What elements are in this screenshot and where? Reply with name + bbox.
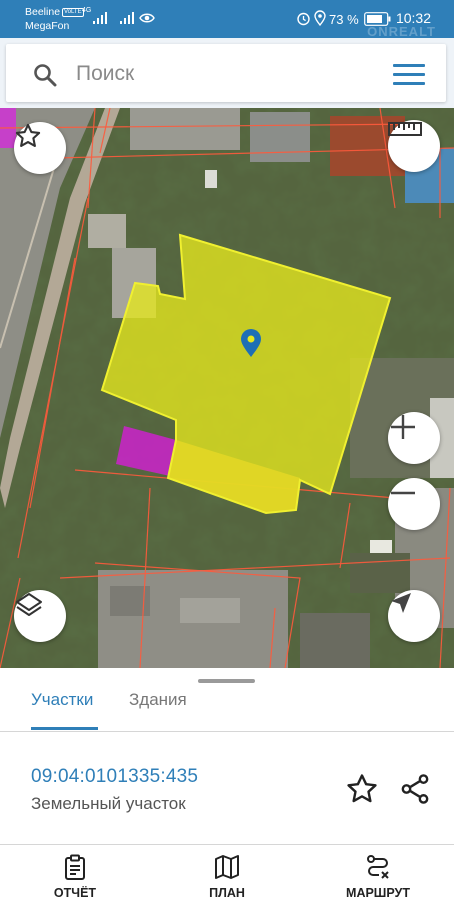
volte-badge: VoLTE — [62, 8, 84, 17]
nav-report[interactable]: ОТЧЁТ — [15, 845, 135, 910]
tab-parcels[interactable]: Участки — [31, 689, 93, 729]
active-tab-indicator — [31, 727, 98, 730]
status-bar: Beeline VoLTE 4G MegaFon 73 % 10:32 ONRE… — [0, 0, 454, 39]
carrier-name-2: MegaFon — [25, 20, 70, 32]
nav-route-label: МАРШРУТ — [346, 886, 410, 900]
watermark: ONREALT — [367, 24, 436, 39]
battery-percent: 73 % — [329, 11, 359, 27]
clipboard-icon — [65, 854, 85, 880]
zoom-out-button[interactable] — [388, 478, 440, 530]
map-icon — [215, 855, 239, 879]
star-icon — [15, 123, 41, 147]
route-icon — [367, 855, 389, 879]
search-icon[interactable] — [33, 63, 57, 87]
layers-button[interactable] — [14, 590, 66, 642]
alarm-icon — [297, 12, 310, 26]
nav-report-label: ОТЧЁТ — [53, 886, 97, 900]
nav-plan-label: ПЛАН — [209, 886, 245, 900]
zoom-out-icon — [391, 491, 415, 495]
zoom-in-button[interactable] — [388, 412, 440, 464]
share-icon[interactable] — [398, 772, 432, 806]
nav-plan[interactable]: ПЛАН — [167, 845, 287, 910]
search-bar-area — [0, 38, 454, 108]
satellite-map[interactable] — [0, 108, 454, 668]
divider — [0, 731, 454, 732]
star-icon[interactable] — [345, 772, 379, 806]
navigate-icon — [391, 593, 411, 613]
favorite-map-button[interactable] — [14, 122, 66, 174]
bottom-navigation: ОТЧЁТ ПЛАН МАРШРУТ — [0, 844, 454, 910]
my-location-button[interactable] — [388, 590, 440, 642]
sheet-drag-handle[interactable] — [198, 679, 255, 683]
parcel-cadastral-number[interactable]: 09:04:0101335:435 — [31, 766, 198, 788]
menu-icon[interactable] — [393, 64, 425, 86]
ruler-button[interactable] — [388, 120, 440, 172]
ruler-icon — [388, 122, 422, 136]
layers-icon — [16, 593, 42, 616]
parcel-info-sheet: Участки Здания 09:04:0101335:435 Земельн… — [0, 668, 454, 844]
map-view[interactable] — [0, 108, 454, 668]
zoom-in-icon — [391, 415, 415, 439]
eye-icon — [139, 13, 155, 23]
nav-route[interactable]: МАРШРУТ — [318, 845, 438, 910]
signal-icon — [93, 12, 108, 24]
tab-buildings[interactable]: Здания — [129, 689, 187, 729]
network-type: 4G — [82, 7, 92, 14]
search-input[interactable] — [76, 58, 376, 90]
location-icon — [314, 10, 326, 26]
carrier-name-1: Beeline — [25, 6, 61, 18]
signal-icon — [120, 12, 135, 24]
search-bar[interactable] — [6, 44, 446, 102]
parcel-type-label: Земельный участок — [31, 794, 186, 813]
